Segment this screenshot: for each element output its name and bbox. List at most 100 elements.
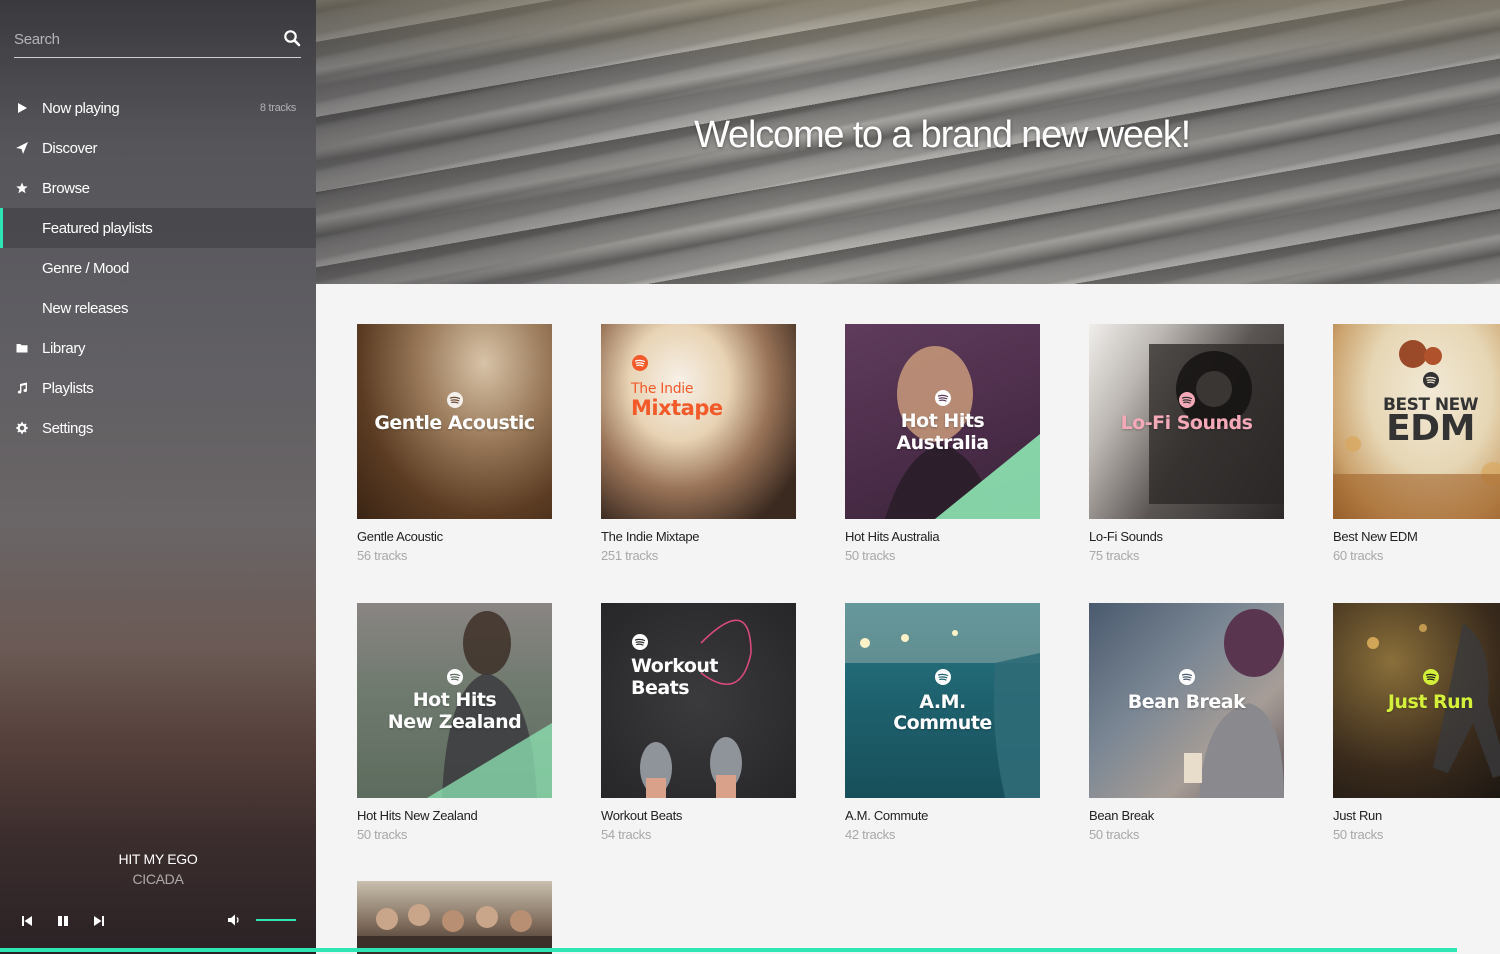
playlist-track-count: 54 tracks bbox=[601, 827, 652, 842]
gear-icon bbox=[16, 422, 28, 434]
playlist-cover: The Indie Mixtape bbox=[601, 324, 796, 519]
folder-icon bbox=[16, 344, 28, 353]
spotify-icon bbox=[632, 355, 648, 371]
spotify-icon bbox=[447, 669, 463, 685]
sidebar-item-label: Library bbox=[42, 339, 86, 357]
sidebar-item-featured-playlists[interactable]: Featured playlists bbox=[0, 208, 316, 248]
playlist-cover: Hot Hits New Zealand bbox=[357, 603, 552, 798]
playlist-title: Lo-Fi Sounds bbox=[1089, 529, 1163, 544]
cover-title: Workout bbox=[631, 655, 719, 677]
pause-icon bbox=[58, 916, 68, 926]
play-icon bbox=[18, 103, 27, 113]
sidebar-item-label: Now playing bbox=[42, 99, 120, 117]
sidebar: Now playing 8 tracks Discover Browse Fea… bbox=[0, 0, 316, 954]
playlist-track-count: 75 tracks bbox=[1089, 548, 1140, 563]
sidebar-item-label: New releases bbox=[42, 299, 129, 317]
sidebar-nav: Now playing 8 tracks Discover Browse Fea… bbox=[0, 88, 316, 448]
playback-progress-bar[interactable] bbox=[0, 948, 1457, 952]
volume-icon[interactable] bbox=[227, 913, 241, 927]
playlist-card[interactable]: Lo-Fi Sounds Lo-Fi Sounds 75 tracks bbox=[1089, 324, 1284, 563]
previous-button[interactable] bbox=[20, 912, 56, 930]
hero-title: Welcome to a brand new week! bbox=[694, 114, 1191, 156]
spotify-icon bbox=[447, 392, 463, 408]
sidebar-item-library[interactable]: Library bbox=[0, 328, 316, 368]
sidebar-item-label: Browse bbox=[42, 179, 90, 197]
sidebar-item-new-releases[interactable]: New releases bbox=[0, 288, 316, 328]
next-button[interactable] bbox=[92, 912, 128, 930]
cover-title: A.M. bbox=[919, 691, 966, 713]
playlist-title: Just Run bbox=[1333, 808, 1382, 823]
playlist-track-count: 251 tracks bbox=[601, 548, 658, 563]
playlist-title: Hot Hits New Zealand bbox=[357, 808, 478, 823]
playlist-track-count: 50 tracks bbox=[1333, 827, 1384, 842]
cover-title: Just Run bbox=[1387, 691, 1474, 713]
cover-title: Gentle Acoustic bbox=[374, 412, 535, 434]
playlist-track-count: 60 tracks bbox=[1333, 548, 1384, 563]
playlist-track-count: 50 tracks bbox=[357, 827, 408, 842]
hero-banner: Welcome to a brand new week! bbox=[316, 0, 1500, 284]
playlist-cover: A.M. Commute bbox=[845, 603, 1040, 798]
cover-title: Hot Hits bbox=[900, 410, 985, 432]
playlist-title: Bean Break bbox=[1089, 808, 1154, 823]
playlist-title: Best New EDM bbox=[1333, 529, 1418, 544]
spotify-icon bbox=[935, 669, 951, 685]
playlist-card[interactable]: Just Run Just Run 50 tracks bbox=[1333, 603, 1500, 842]
playlist-card[interactable] bbox=[357, 881, 552, 954]
playlist-card[interactable]: Workout Beats Workout Beats 54 tracks bbox=[601, 603, 796, 842]
cover-subtitle: The Indie bbox=[631, 381, 694, 397]
playlist-cover: Bean Break bbox=[1089, 603, 1284, 798]
spotify-icon bbox=[1423, 372, 1439, 388]
playlist-card[interactable]: Bean Break Bean Break 50 tracks bbox=[1089, 603, 1284, 842]
playlist-title: The Indie Mixtape bbox=[601, 529, 700, 544]
volume-slider[interactable] bbox=[256, 919, 296, 921]
sidebar-item-now-playing[interactable]: Now playing 8 tracks bbox=[0, 88, 316, 128]
search-box bbox=[14, 26, 301, 58]
playlist-cover: BEST NEW EDM bbox=[1333, 324, 1500, 519]
cover-title: Commute bbox=[893, 712, 992, 734]
playlist-cover: Workout Beats bbox=[601, 603, 796, 798]
playlist-card[interactable]: BEST NEW EDM Best New EDM 60 tracks bbox=[1333, 324, 1500, 563]
sidebar-item-label: Playlists bbox=[42, 379, 94, 397]
sidebar-item-playlists[interactable]: Playlists bbox=[0, 368, 316, 408]
paper-plane-icon bbox=[16, 142, 28, 154]
sidebar-item-label: Settings bbox=[42, 419, 93, 437]
sidebar-item-label: Genre / Mood bbox=[42, 259, 129, 277]
sidebar-item-label: Featured playlists bbox=[42, 219, 153, 237]
playlist-cover: Just Run bbox=[1333, 603, 1500, 798]
playlist-cover: Gentle Acoustic bbox=[357, 324, 552, 519]
pause-button[interactable] bbox=[56, 912, 92, 930]
playlist-card[interactable]: Gentle Acoustic Gentle Acoustic 56 track… bbox=[357, 324, 552, 563]
playlist-card[interactable]: A.M. Commute A.M. Commute 42 tracks bbox=[845, 603, 1040, 842]
playlist-card[interactable]: Hot Hits New Zealand Hot Hits New Zealan… bbox=[357, 603, 552, 842]
playlist-track-count: 50 tracks bbox=[845, 548, 896, 563]
cover-title: Lo-Fi Sounds bbox=[1120, 412, 1253, 434]
spotify-icon bbox=[632, 634, 648, 650]
playlist-title: Hot Hits Australia bbox=[845, 529, 940, 544]
now-playing-track: HIT MY EGO bbox=[118, 851, 198, 867]
playlist-card[interactable]: The Indie Mixtape The Indie Mixtape 251 … bbox=[601, 324, 796, 563]
sidebar-item-settings[interactable]: Settings bbox=[0, 408, 316, 448]
spotify-icon bbox=[1179, 392, 1195, 408]
search-input[interactable] bbox=[14, 26, 264, 52]
spotify-icon bbox=[935, 390, 951, 406]
sidebar-item-browse[interactable]: Browse bbox=[0, 168, 316, 208]
skip-back-icon bbox=[22, 916, 32, 926]
playlist-track-count: 50 tracks bbox=[1089, 827, 1140, 842]
spotify-icon bbox=[1179, 669, 1195, 685]
player-controls bbox=[20, 912, 128, 930]
music-note-icon bbox=[17, 382, 28, 394]
playlist-title: Gentle Acoustic bbox=[357, 529, 443, 544]
cover-title: Mixtape bbox=[631, 396, 723, 420]
search-icon[interactable] bbox=[283, 29, 301, 47]
sidebar-item-genre-mood[interactable]: Genre / Mood bbox=[0, 248, 316, 288]
playlist-card[interactable]: Hot Hits Australia Hot Hits Australia 50… bbox=[845, 324, 1040, 563]
artwork-shape bbox=[357, 904, 552, 954]
sidebar-item-label: Discover bbox=[42, 139, 98, 157]
now-playing-artist: CICADA bbox=[132, 871, 184, 887]
playlist-cover: Hot Hits Australia bbox=[845, 324, 1040, 519]
sidebar-item-discover[interactable]: Discover bbox=[0, 128, 316, 168]
playlist-title: Workout Beats bbox=[601, 808, 683, 823]
cover-title: Hot Hits bbox=[412, 689, 497, 711]
playlist-cover bbox=[357, 881, 552, 954]
playlist-title: A.M. Commute bbox=[845, 808, 929, 823]
